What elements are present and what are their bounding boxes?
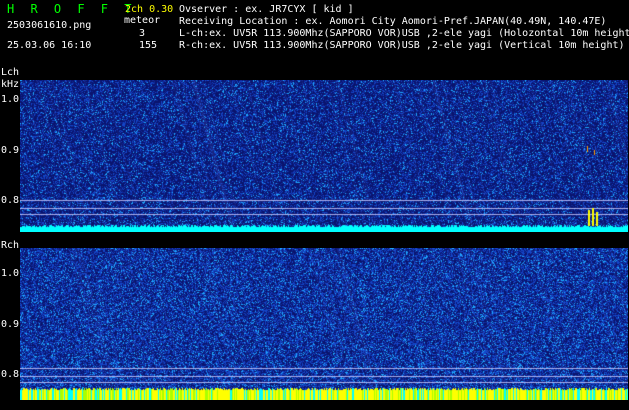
lch-ytick-2: 0.9: [1, 145, 20, 156]
rch-ytick-1: 1.0: [1, 268, 20, 279]
lch-spectrogram: [20, 80, 628, 232]
filename-label: 2503061610.png: [7, 20, 92, 31]
lch-unit-label: kHz: [1, 79, 20, 90]
meteor-count-rch: 155: [139, 40, 158, 51]
lch-ytick-3: 0.8: [1, 195, 20, 206]
rch-receiver-info: R-ch:ex. UV5R 113.900Mhz(SAPPORO VOR)USB…: [179, 40, 625, 51]
rch-spectrogram: [20, 248, 628, 400]
meteor-count-lch: 3: [139, 28, 146, 39]
location-info: Receiving Location : ex. Aomori City Aom…: [179, 16, 607, 27]
lch-receiver-info: L-ch:ex. UV5R 113.900Mhz(SAPPORO VOR)USB…: [179, 28, 629, 39]
app-title: H R O F F T: [7, 2, 136, 16]
lch-label: Lch: [1, 67, 20, 78]
observer-info: Ovserver : ex. JR7CYX [ kid ]: [179, 4, 354, 15]
timestamp-label: 25.03.06 16:10: [7, 40, 92, 51]
rch-ytick-2: 0.9: [1, 319, 20, 330]
rch-ytick-3: 0.8: [1, 369, 20, 380]
meteor-label: meteor: [124, 15, 161, 26]
rch-label: Rch: [1, 240, 20, 251]
lch-ytick-1: 1.0: [1, 94, 20, 105]
